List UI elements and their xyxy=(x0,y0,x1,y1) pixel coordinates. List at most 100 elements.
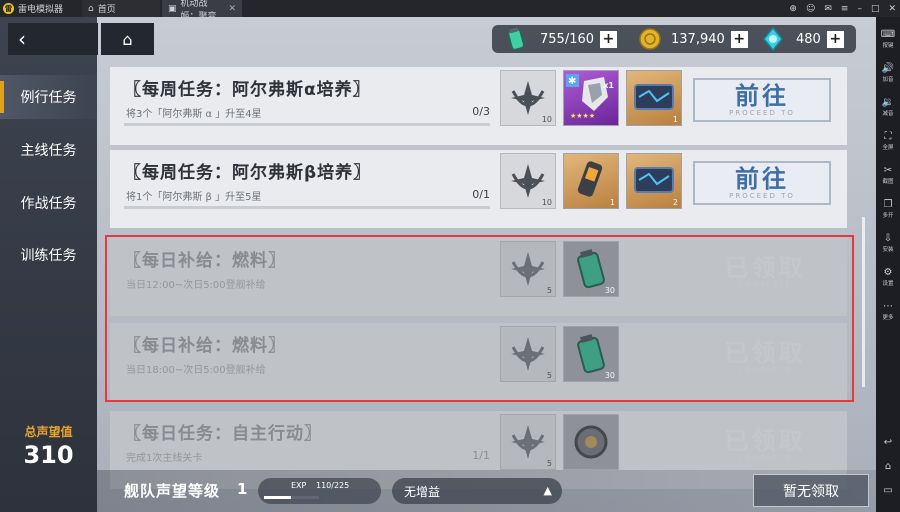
svg-text:★★★★: ★★★★ xyxy=(570,112,595,120)
exp-progress-fill xyxy=(264,496,291,499)
crystal-icon xyxy=(763,26,783,52)
completed-status: 已领取 COMPLETE xyxy=(693,423,837,467)
exp-value: 110/225 xyxy=(316,481,350,490)
install-apk-icon: ⇩ xyxy=(883,233,893,244)
completed-sublabel: COMPLETE xyxy=(738,454,792,462)
gamepad-icon[interactable]: ⊕ xyxy=(789,4,797,14)
tab-game[interactable]: ▣ 机动战姬：聚变 ✕ xyxy=(162,0,242,22)
recents-icon: ▭ xyxy=(883,485,893,496)
close-window-icon[interactable]: ✕ xyxy=(888,4,896,14)
fleet-prestige-level: 1 xyxy=(237,480,248,498)
home-icon: ⌂ xyxy=(884,461,892,472)
side-tool-multi[interactable]: ❐ 多开 xyxy=(876,199,900,219)
proceed-button[interactable]: 前往 PROCEED TO xyxy=(693,161,831,205)
scissors-icon: ✂ xyxy=(883,165,893,176)
side-tool-fullscreen[interactable]: ⛶ 全屏 xyxy=(876,131,900,151)
emulator-titlebar: 雷 雷电模拟器 ⌂ 首页 ▣ 机动战姬：聚变 ✕ ⊕ ☺ ✉ ≡ – □ ✕ xyxy=(0,0,900,22)
emulator-logo-icon: 雷 xyxy=(3,3,14,14)
reward-item-gear[interactable] xyxy=(563,414,619,470)
prestige-value: 310 xyxy=(23,441,74,469)
sidebar-item-main[interactable]: 主线任务 xyxy=(0,128,97,172)
back-arrow-icon: ↩ xyxy=(883,437,893,448)
back-button[interactable]: ‹ xyxy=(8,23,98,55)
gear-icon: ⚙ xyxy=(883,267,893,278)
completed-label: 已领取 xyxy=(724,427,806,455)
maximize-icon[interactable]: □ xyxy=(871,4,880,14)
triangle-up-icon: ▲ xyxy=(543,484,552,497)
task-title: 〖每日任务：自主行动〗 xyxy=(124,424,322,444)
fleet-prestige-label: 舰队声望等级 xyxy=(124,482,221,500)
mail-icon[interactable]: ✉ xyxy=(824,4,832,14)
proceed-button-label: 前往 xyxy=(735,165,789,193)
sidebar-item-combat[interactable]: 作战任务 xyxy=(0,181,97,225)
android-back-button[interactable]: ↩ xyxy=(876,437,900,448)
resource-gold: 137,940 + xyxy=(639,25,748,53)
task-category-panel: 例行任务 主线任务 作战任务 训练任务 总声望值 310 xyxy=(0,17,97,512)
proceed-button-label: 前往 xyxy=(735,82,789,110)
reward-item-chip[interactable]: 1 xyxy=(626,70,682,126)
window-controls: ⊕ ☺ ✉ ≡ – □ ✕ xyxy=(789,0,896,17)
side-tool-volume-down[interactable]: 🔉 减音 xyxy=(876,97,900,117)
sidebar-item-training[interactable]: 训练任务 xyxy=(0,233,97,277)
side-tool-install[interactable]: ⇩ 安装 xyxy=(876,233,900,253)
add-crystal-button[interactable]: + xyxy=(826,30,844,48)
exp-indicator: EXP 110/225 xyxy=(258,478,381,504)
gold-coin-icon xyxy=(639,28,661,50)
sidebar-item-label: 主线任务 xyxy=(20,143,77,159)
fuel-value: 755/160 xyxy=(540,31,595,47)
scrollbar[interactable] xyxy=(862,217,865,387)
home-icon: ⌂ xyxy=(88,3,94,14)
game-tab-icon: ▣ xyxy=(168,3,177,14)
prestige-reward: 5 xyxy=(500,414,556,470)
highlight-annotation-box xyxy=(105,235,854,402)
keyboard-icon: ⌨ xyxy=(880,29,896,40)
buff-dropdown[interactable]: 无增益 ▲ xyxy=(392,478,562,504)
task-title: 〖每周任务：阿尔弗斯β培养〗 xyxy=(124,163,372,183)
exp-label: EXP xyxy=(291,481,307,490)
sidebar-item-routine[interactable]: 例行任务 xyxy=(0,75,97,119)
user-icon[interactable]: ☺ xyxy=(806,4,815,14)
chevron-up-home-icon: ⌂ xyxy=(122,29,133,49)
sidebar-item-label: 作战任务 xyxy=(20,196,77,212)
add-gold-button[interactable]: + xyxy=(730,30,748,48)
resource-fuel: 755/160 + xyxy=(506,25,618,53)
android-home-button[interactable]: ⌂ xyxy=(876,461,900,472)
claim-all-button[interactable]: 暂无领取 xyxy=(753,474,869,507)
add-fuel-button[interactable]: + xyxy=(600,30,618,48)
task-progress-bar xyxy=(124,123,490,126)
side-tool-volume-up[interactable]: 🔊 加音 xyxy=(876,63,900,83)
prestige-reward: 10 xyxy=(500,70,556,126)
tab-close-icon[interactable]: ✕ xyxy=(228,4,236,14)
tab-home-label: 首页 xyxy=(97,5,116,15)
task-description: 将1个「阿尔弗斯 β 」升至5星 xyxy=(126,192,262,203)
reward-item-mech-card[interactable]: ✱ ★★★★ x1 xyxy=(563,70,619,126)
buff-value: 无增益 xyxy=(404,484,441,499)
volume-up-icon: 🔊 xyxy=(881,63,895,74)
tab-home[interactable]: ⌂ 首页 xyxy=(82,0,160,17)
menu-icon[interactable]: ≡ xyxy=(841,4,849,14)
reward-item-chip[interactable]: 2 xyxy=(626,153,682,209)
emulator-app: 雷 雷电模拟器 xyxy=(0,0,63,17)
game-viewport: 例行任务 主线任务 作战任务 训练任务 总声望值 310 ‹ ⌂ 755/160… xyxy=(0,17,876,512)
mech-card-icon: ✱ ★★★★ xyxy=(566,74,608,120)
sidebar-item-label: 例行任务 xyxy=(20,90,77,106)
task-description: 将3个「阿尔弗斯 α 」升至4星 xyxy=(126,109,262,120)
crystal-value: 480 xyxy=(796,31,821,47)
chevron-left-icon: ‹ xyxy=(18,27,26,51)
volume-down-icon: 🔉 xyxy=(881,97,895,108)
prestige-reward: 10 xyxy=(500,153,556,209)
gear-part-icon xyxy=(574,425,608,459)
android-recents-button[interactable]: ▭ xyxy=(876,485,900,496)
proceed-button[interactable]: 前往 PROCEED TO xyxy=(693,78,831,122)
home-button[interactable]: ⌂ xyxy=(101,23,154,55)
minimize-icon[interactable]: – xyxy=(857,4,862,14)
side-tool-more[interactable]: ⋯ 更多 xyxy=(876,301,900,321)
task-card: 〖每周任务：阿尔弗斯β培养〗 将1个「阿尔弗斯 β 」升至5星 0/1 10 1… xyxy=(110,150,847,228)
more-icon: ⋯ xyxy=(883,301,893,312)
sidebar-item-label: 训练任务 xyxy=(20,248,77,264)
side-tool-settings[interactable]: ⚙ 设置 xyxy=(876,267,900,287)
reward-item-booster[interactable]: 1 xyxy=(563,153,619,209)
side-tool-keyboard[interactable]: ⌨ 按键 xyxy=(876,29,900,49)
exp-progress-track xyxy=(264,496,319,499)
side-tool-screenshot[interactable]: ✂ 截图 xyxy=(876,165,900,185)
